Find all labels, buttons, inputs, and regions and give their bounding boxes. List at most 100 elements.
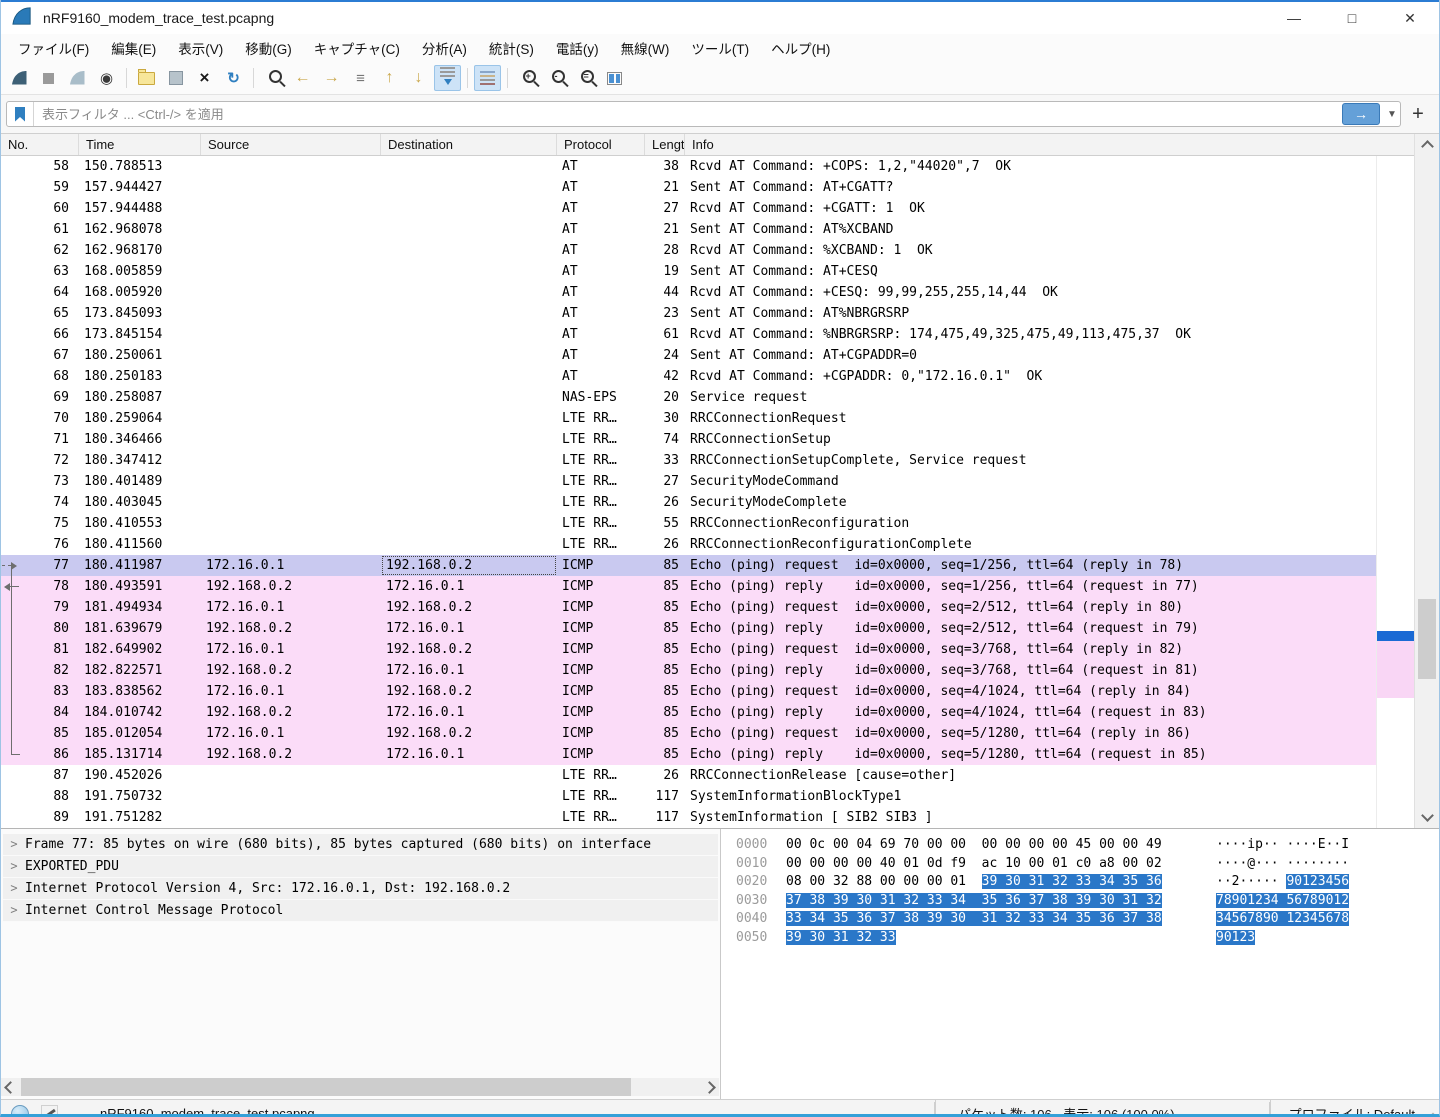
detail-row-1[interactable]: >EXPORTED_PDU (3, 856, 718, 878)
stop-capture-button[interactable] (35, 65, 62, 91)
column-header-info[interactable]: Info (685, 134, 1416, 155)
menu-item-s[interactable]: 統計(S) (478, 34, 545, 62)
packet-row-86[interactable]: 86185.131714192.168.0.2172.16.0.1ICMP85E… (1, 744, 1376, 765)
detail-row-0[interactable]: >Frame 77: 85 bytes on wire (680 bits), … (3, 834, 718, 856)
save-file-button[interactable] (162, 65, 189, 91)
reload-file-button[interactable]: ↻ (220, 65, 247, 91)
filter-dropdown-caret[interactable]: ▼ (1384, 109, 1400, 120)
restart-capture-button[interactable] (64, 65, 91, 91)
packet-row-79[interactable]: 79181.494934172.16.0.1192.168.0.2ICMP85E… (1, 597, 1376, 618)
scroll-left-arrow-icon[interactable] (4, 1081, 17, 1094)
packet-row-80[interactable]: 80181.639679192.168.0.2172.16.0.1ICMP85E… (1, 618, 1376, 639)
column-header-time[interactable]: Time (79, 134, 201, 155)
menu-item-a[interactable]: 分析(A) (411, 34, 478, 62)
find-packet-button[interactable] (260, 65, 287, 91)
minimize-button[interactable]: — (1265, 2, 1323, 34)
packet-row-78[interactable]: 78180.493591192.168.0.2172.16.0.1ICMP85E… (1, 576, 1376, 597)
packet-row-60[interactable]: 60157.944488AT27Rcvd AT Command: +CGATT:… (1, 198, 1376, 219)
packet-row-77[interactable]: 77180.411987172.16.0.1192.168.0.2ICMP85E… (1, 555, 1376, 576)
resize-grip[interactable] (1427, 1110, 1437, 1117)
detail-row-3[interactable]: >Internet Control Message Protocol (3, 900, 718, 922)
column-header-source[interactable]: Source (201, 134, 381, 155)
open-file-button[interactable] (133, 65, 160, 91)
capture-options-button[interactable]: ◉ (93, 65, 120, 91)
packet-row-83[interactable]: 83183.838562172.16.0.1192.168.0.2ICMP85E… (1, 681, 1376, 702)
capture-comment-icon[interactable] (41, 1105, 58, 1117)
vertical-scrollbar-thumb[interactable] (1418, 599, 1436, 679)
packet-row-59[interactable]: 59157.944427AT21Sent AT Command: AT+CGAT… (1, 177, 1376, 198)
go-last-packet-button[interactable]: ↓ (405, 65, 432, 91)
hex-row-0040[interactable]: 004033 34 35 36 37 38 39 30 31 32 33 34 … (736, 910, 1439, 929)
menu-item-e[interactable]: 編集(E) (100, 34, 167, 62)
resize-columns-button[interactable] (601, 65, 628, 91)
expert-info-icon[interactable] (11, 1105, 29, 1117)
menu-item-t[interactable]: ツール(T) (680, 34, 760, 62)
expand-caret-icon[interactable]: > (3, 834, 25, 855)
go-back-button[interactable]: ← (289, 65, 316, 91)
maximize-button[interactable]: □ (1323, 2, 1381, 34)
packet-row-71[interactable]: 71180.346466LTE RR…74RRCConnectionSetup (1, 429, 1376, 450)
menu-item-g[interactable]: 移動(G) (234, 34, 303, 62)
expand-caret-icon[interactable]: > (3, 878, 25, 899)
vertical-scrollbar[interactable] (1414, 134, 1439, 828)
packet-row-67[interactable]: 67180.250061AT24Sent AT Command: AT+CGPA… (1, 345, 1376, 366)
packet-row-66[interactable]: 66173.845154AT61Rcvd AT Command: %NBRGRS… (1, 324, 1376, 345)
hex-row-0050[interactable]: 005039 30 31 32 3390123 (736, 929, 1439, 948)
scroll-right-arrow-icon[interactable] (703, 1081, 716, 1094)
expand-caret-icon[interactable]: > (3, 856, 25, 877)
packet-row-68[interactable]: 68180.250183AT42Rcvd AT Command: +CGPADD… (1, 366, 1376, 387)
horizontal-scrollbar[interactable] (1, 1078, 719, 1096)
filter-bookmark-button[interactable] (7, 102, 34, 126)
packet-row-63[interactable]: 63168.005859AT19Sent AT Command: AT+CESQ (1, 261, 1376, 282)
packet-row-76[interactable]: 76180.411560LTE RR…26RRCConnectionReconf… (1, 534, 1376, 555)
packet-row-82[interactable]: 82182.822571192.168.0.2172.16.0.1ICMP85E… (1, 660, 1376, 681)
scroll-up-arrow-icon[interactable] (1421, 140, 1434, 153)
menu-item-c[interactable]: キャプチャ(C) (303, 34, 411, 62)
hex-row-0020[interactable]: 002008 00 32 88 00 00 00 01 39 30 31 32 … (736, 873, 1439, 892)
hex-row-0000[interactable]: 000000 0c 00 04 69 70 00 00 00 00 00 00 … (736, 836, 1439, 855)
packet-row-69[interactable]: 69180.258087NAS-EPS20Service request (1, 387, 1376, 408)
packet-row-81[interactable]: 81182.649902172.16.0.1192.168.0.2ICMP85E… (1, 639, 1376, 660)
profile-label[interactable]: プロファイル: Default (1270, 1100, 1427, 1117)
packet-row-87[interactable]: 87190.452026LTE RR…26RRCConnectionReleas… (1, 765, 1376, 786)
hex-row-0010[interactable]: 001000 00 00 00 40 01 0d f9 ac 10 00 01 … (736, 855, 1439, 874)
start-capture-button[interactable] (6, 65, 33, 91)
close-file-button[interactable]: × (191, 65, 218, 91)
packet-row-65[interactable]: 65173.845093AT23Sent AT Command: AT%NBRG… (1, 303, 1376, 324)
column-header-protocol[interactable]: Protocol (557, 134, 645, 155)
packet-row-70[interactable]: 70180.259064LTE RR…30RRCConnectionReques… (1, 408, 1376, 429)
packet-row-62[interactable]: 62162.968170AT28Rcvd AT Command: %XCBAND… (1, 240, 1376, 261)
menu-item-v[interactable]: 表示(V) (167, 34, 234, 62)
display-filter-input[interactable] (34, 107, 1342, 122)
packet-row-75[interactable]: 75180.410553LTE RR…55RRCConnectionReconf… (1, 513, 1376, 534)
packet-row-89[interactable]: 89191.751282LTE RR…117SystemInformation … (1, 807, 1376, 828)
packet-row-74[interactable]: 74180.403045LTE RR…26SecurityModeComplet… (1, 492, 1376, 513)
close-button[interactable]: ✕ (1381, 2, 1439, 34)
expand-caret-icon[interactable]: > (3, 900, 25, 921)
packet-row-88[interactable]: 88191.750732LTE RR…117SystemInformationB… (1, 786, 1376, 807)
menu-item-y[interactable]: 電話(y) (545, 34, 610, 62)
packet-row-73[interactable]: 73180.401489LTE RR…27SecurityModeCommand (1, 471, 1376, 492)
packet-row-64[interactable]: 64168.005920AT44Rcvd AT Command: +CESQ: … (1, 282, 1376, 303)
hex-row-0030[interactable]: 003037 38 39 30 31 32 33 34 35 36 37 38 … (736, 892, 1439, 911)
packet-row-61[interactable]: 61162.968078AT21Sent AT Command: AT%XCBA… (1, 219, 1376, 240)
packet-row-72[interactable]: 72180.347412LTE RR…33RRCConnectionSetupC… (1, 450, 1376, 471)
menu-item-h[interactable]: ヘルプ(H) (760, 34, 841, 62)
zoom-100-button[interactable]: = (572, 65, 599, 91)
auto-scroll-button[interactable] (434, 65, 461, 91)
column-header-length[interactable]: Length (645, 134, 685, 155)
menu-item-f[interactable]: ファイル(F) (7, 34, 100, 62)
go-first-packet-button[interactable]: ↑ (376, 65, 403, 91)
column-header-destination[interactable]: Destination (381, 134, 557, 155)
scroll-down-arrow-icon[interactable] (1421, 809, 1434, 822)
menu-item-w[interactable]: 無線(W) (610, 34, 681, 62)
column-header-no[interactable]: No. (1, 134, 79, 155)
go-to-packet-button[interactable]: ≡ (347, 65, 374, 91)
horizontal-scrollbar-thumb[interactable] (21, 1078, 631, 1096)
scrollbar-minimap[interactable] (1376, 156, 1417, 828)
detail-row-2[interactable]: >Internet Protocol Version 4, Src: 172.1… (3, 878, 718, 900)
packet-row-85[interactable]: 85185.012054172.16.0.1192.168.0.2ICMP85E… (1, 723, 1376, 744)
zoom-out-button[interactable]: - (543, 65, 570, 91)
add-filter-button[interactable]: + (1405, 102, 1431, 126)
go-forward-button[interactable]: → (318, 65, 345, 91)
